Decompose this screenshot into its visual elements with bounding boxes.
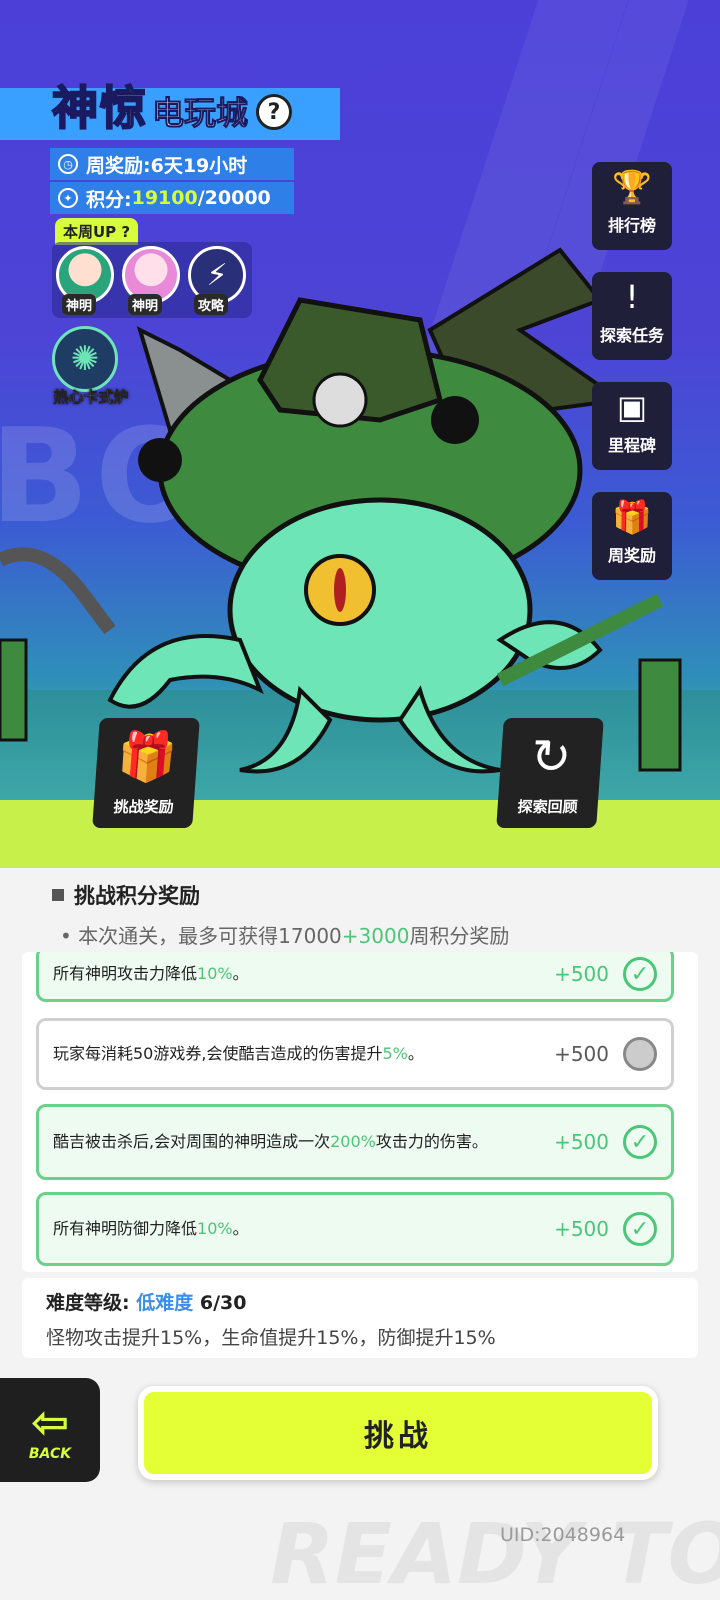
difficulty-line: 难度等级: 低难度 6/30 [46, 1288, 674, 1315]
weekly-reward-button[interactable]: 🎁 周奖励 [592, 492, 672, 580]
weekly-reward-row: ◷ 周奖励: 6天19小时 [50, 148, 294, 180]
up-item-tag: 攻略 [194, 294, 229, 315]
difficulty-level: 低难度 [136, 1292, 194, 1314]
reward-points: +500 [554, 1130, 609, 1154]
game-screen: BO 神惊 电玩城 ? ◷ 周奖励: 6天19小时 ✦ 积分: 19100 /2… [0, 0, 720, 1600]
weekly-up-text: 本周UP [63, 223, 117, 241]
hero-banner: BO 神惊 电玩城 ? ◷ 周奖励: 6天19小时 ✦ 积分: 19100 /2… [0, 0, 720, 870]
rewards-subtitle: • 本次通关，最多可获得17000+3000周积分奖励 [60, 920, 509, 949]
weekly-up-item[interactable]: 神明 [56, 246, 116, 315]
side-label: 排行榜 [607, 216, 656, 235]
explore-review-button[interactable]: ↻ 探索回顾 [496, 718, 604, 828]
corner-label: 探索回顾 [516, 798, 579, 816]
box-icon: ▣ [616, 388, 648, 426]
weekly-reward-label: 周奖励: [86, 154, 151, 177]
side-label: 里程碑 [607, 436, 656, 455]
points-icon: ✦ [58, 188, 78, 208]
gift-icon: 🎁 [612, 498, 652, 536]
clock-icon: ◷ [58, 154, 78, 174]
up-item-tag: 神明 [128, 294, 163, 315]
reward-text: 酷吉被击杀后,会对周围的神明造成一次200%攻击力的伤害。 [53, 1132, 488, 1151]
reward-card: 所有神明攻击力降低10%。 +500 ✓ [36, 952, 674, 1002]
reward-points: +500 [554, 962, 609, 986]
subtitle-bonus: +3000 [341, 924, 410, 948]
reward-points: +500 [554, 1217, 609, 1241]
rewards-list[interactable]: 所有神明攻击力降低10%。 +500 ✓ 玩家每消耗50游戏券,会使酷吉造成的伤… [22, 952, 698, 1272]
rewards-title-text: 挑战积分奖励 [74, 884, 200, 908]
incomplete-icon [623, 1037, 657, 1071]
weekly-up-list: 神明 神明 ⚡ 攻略 [52, 242, 252, 318]
back-arrow-icon: ⇦ [30, 1395, 70, 1449]
section-marker-icon [52, 889, 64, 901]
weekly-up-item[interactable]: ⚡ 攻略 [188, 246, 248, 315]
check-icon: ✓ [623, 1212, 657, 1246]
up-item-tag: 神明 [62, 294, 97, 315]
points-row: ✦ 积分: 19100 /20000 [50, 182, 294, 214]
weekly-up-label[interactable]: 本周UP ? [55, 218, 139, 245]
difficulty-box[interactable]: 难度等级: 低难度 6/30 怪物攻击提升15%，生命值提升15%，防御提升15… [22, 1278, 698, 1358]
weekly-reward-time: 6天19小时 [150, 154, 248, 177]
exclaim-icon: ! [625, 278, 639, 316]
reward-text: 玩家每消耗50游戏券,会使酷吉造成的伤害提升5%。 [53, 1044, 424, 1063]
background-watermark: READY TO FIG [270, 1505, 720, 1600]
explore-task-button[interactable]: ! 探索任务 [592, 272, 672, 360]
difficulty-label: 难度等级: [46, 1292, 130, 1314]
back-label: BACK [28, 1446, 72, 1462]
points-current: 19100 [131, 187, 198, 209]
reward-points: +500 [554, 1042, 609, 1066]
subtitle-prefix: • 本次通关，最多可获得17000 [60, 924, 342, 948]
challenge-reward-button[interactable]: 🎁 挑战奖励 [92, 718, 200, 828]
points-label: 积分: [86, 188, 132, 211]
title-highlight: 神惊 [51, 80, 148, 136]
user-id: UID:2048964 [500, 1524, 626, 1546]
leaderboard-button[interactable]: 🏆 排行榜 [592, 162, 672, 250]
stats-box: ◷ 周奖励: 6天19小时 ✦ 积分: 19100 /20000 [50, 148, 294, 216]
reward-card: 玩家每消耗50游戏券,会使酷吉造成的伤害提升5%。 +500 [36, 1018, 674, 1090]
challenge-button[interactable]: 挑战 [138, 1386, 658, 1480]
weekly-up-item[interactable]: 神明 [122, 246, 182, 315]
check-icon: ✓ [623, 1125, 657, 1159]
reward-card: 所有神明防御力降低10%。 +500 ✓ [36, 1192, 674, 1266]
forge-label: 热心卡式炉 [53, 388, 129, 407]
title-rest: 电玩城 [151, 94, 249, 133]
side-label: 探索任务 [599, 326, 664, 345]
milestone-button[interactable]: ▣ 里程碑 [592, 382, 672, 470]
back-button[interactable]: ⇦ BACK [0, 1378, 100, 1482]
subtitle-suffix: 周积分奖励 [409, 924, 510, 948]
help-icon[interactable]: ? [256, 94, 293, 130]
forge-button[interactable]: ✺ 热心卡式炉 [50, 326, 129, 406]
check-icon: ✓ [623, 957, 657, 991]
side-label: 周奖励 [607, 546, 656, 565]
rewards-title: 挑战积分奖励 [52, 880, 200, 910]
page-title: 神惊 电玩城 ? [51, 72, 293, 138]
reward-text: 所有神明防御力降低10%。 [53, 1219, 249, 1238]
reward-card: 酷吉被击杀后,会对周围的神明造成一次200%攻击力的伤害。 +500 ✓ [36, 1104, 674, 1180]
corner-label: 挑战奖励 [112, 798, 175, 816]
gift-icon: 🎁 [115, 729, 179, 785]
replay-icon: ↻ [529, 729, 574, 785]
forge-icon: ✺ [52, 326, 118, 392]
reward-text: 所有神明攻击力降低10%。 [53, 964, 249, 983]
difficulty-progress: 6/30 [199, 1292, 247, 1314]
trophy-icon: 🏆 [612, 168, 652, 206]
points-total: /20000 [197, 187, 271, 209]
difficulty-effects: 怪物攻击提升15%，生命值提升15%，防御提升15% [46, 1327, 496, 1349]
weekly-up-help-icon: ? [121, 223, 131, 241]
